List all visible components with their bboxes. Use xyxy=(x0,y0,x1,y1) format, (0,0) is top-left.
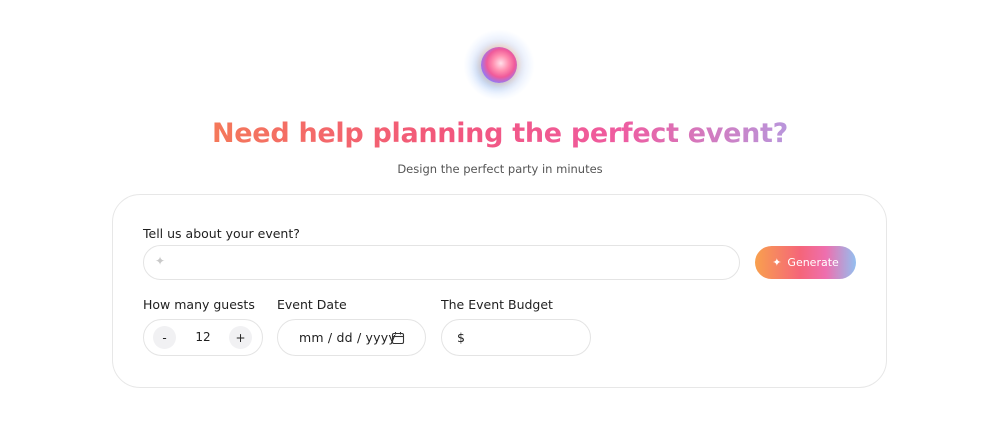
event-budget-field[interactable]: $ xyxy=(441,319,591,356)
page-subtitle: Design the perfect party in minutes xyxy=(397,162,603,176)
guests-stepper: - 12 + xyxy=(143,319,263,356)
guests-label: How many guests xyxy=(143,297,255,312)
page-title: Need help planning the perfect event? xyxy=(0,118,1000,149)
generate-button[interactable]: ✦ Generate xyxy=(755,246,856,279)
date-placeholder: mm / dd / yyyy xyxy=(299,330,396,345)
generate-button-label: Generate xyxy=(787,256,839,269)
date-label: Event Date xyxy=(277,297,347,312)
sparkle-icon: ✦ xyxy=(772,256,782,269)
event-form-card xyxy=(112,194,887,388)
orb-core xyxy=(481,47,517,83)
event-date-field[interactable]: mm / dd / yyyy xyxy=(277,319,426,356)
budget-label: The Event Budget xyxy=(441,297,553,312)
decrement-button[interactable]: - xyxy=(153,326,176,349)
currency-symbol: $ xyxy=(457,330,465,345)
event-description-field[interactable]: ✦ xyxy=(143,245,740,280)
guests-value[interactable]: 12 xyxy=(184,330,222,344)
sparkle-icon: ✦ xyxy=(155,254,166,268)
increment-button[interactable]: + xyxy=(229,326,252,349)
brand-orb-icon xyxy=(463,29,535,101)
event-description-input[interactable] xyxy=(174,252,724,274)
prompt-label: Tell us about your event? xyxy=(143,226,300,241)
calendar-icon[interactable] xyxy=(391,331,405,345)
